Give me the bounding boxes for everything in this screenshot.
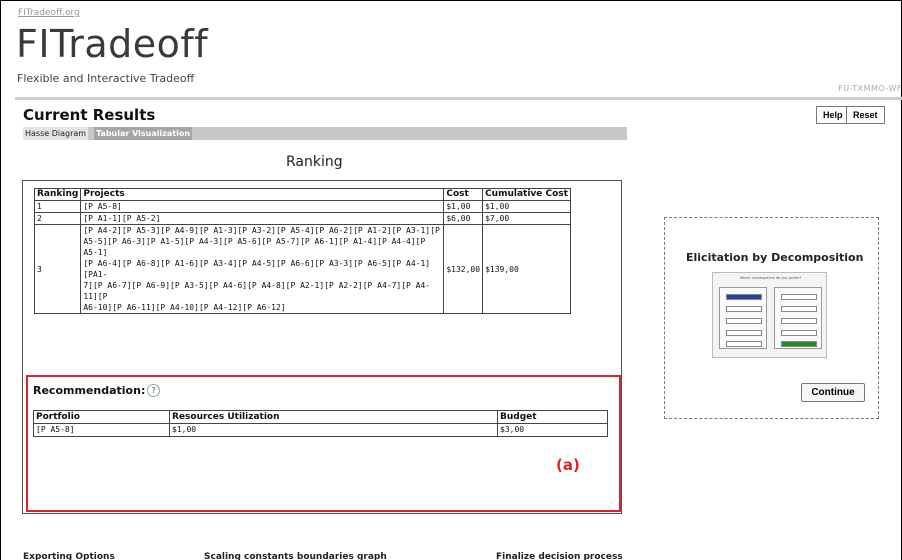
page-title: Current Results bbox=[23, 106, 156, 124]
header-divider bbox=[15, 97, 902, 100]
exporting-options-heading: Exporting Options bbox=[23, 552, 115, 560]
preview-bar bbox=[781, 306, 817, 312]
header-cost: Cost bbox=[443, 188, 484, 201]
annotation-label: (a) bbox=[556, 456, 580, 474]
table-row: 2 [P A1-1][P A5-2] $6,00 $7,00 bbox=[33, 212, 572, 225]
ranking-header-row: Ranking Projects Cost Cumulative Cost bbox=[33, 188, 572, 201]
elicitation-preview-image[interactable]: Which consequence do you prefer? bbox=[712, 272, 827, 358]
table-row: 3 [P A4-2][P A5-3][P A4-9][P A1-3][P A3-… bbox=[33, 224, 572, 314]
projects-line: 7][P A6-7][P A6-9][P A3-5][P A4-6][P A4-… bbox=[83, 281, 431, 301]
table-row: 1 [P A5-8] $1,00 $1,00 bbox=[33, 200, 572, 213]
projects-cell: [P A5-8] bbox=[80, 200, 445, 213]
projects-cell: [P A4-2][P A5-3][P A4-9][P A1-3][P A3-2]… bbox=[80, 224, 445, 314]
view-tabs: Hasse Diagram Tabular Visualization bbox=[23, 127, 627, 140]
finalize-decision-heading: Finalize decision process bbox=[496, 552, 623, 560]
reset-button[interactable]: Reset bbox=[846, 106, 885, 124]
ranking-title: Ranking bbox=[286, 154, 343, 170]
projects-cell: [P A1-1][P A5-2] bbox=[80, 212, 445, 225]
rank-cell: 1 bbox=[33, 200, 82, 213]
site-link[interactable]: FITradeoff.org bbox=[18, 8, 80, 18]
cumulative-cost-cell: $1,00 bbox=[482, 200, 572, 213]
header-ranking: Ranking bbox=[33, 188, 82, 201]
preview-column-right bbox=[774, 287, 822, 349]
cumulative-cost-cell: $7,00 bbox=[482, 212, 572, 225]
preview-bar bbox=[781, 330, 817, 336]
preview-bar bbox=[781, 294, 817, 300]
continue-button[interactable]: Continue bbox=[801, 383, 865, 402]
highlight-box bbox=[26, 375, 621, 512]
projects-line: A6-10][P A6-11][P A4-10][P A4-12][P A6-1… bbox=[83, 303, 286, 312]
projects-line: [P A4-2][P A5-3][P A4-9][P A1-3][P A3-2]… bbox=[83, 226, 440, 235]
preview-column-left bbox=[719, 287, 767, 349]
app-tagline: Flexible and Interactive Tradeoff bbox=[17, 72, 195, 85]
header-projects: Projects bbox=[80, 188, 445, 201]
preview-bar bbox=[726, 294, 762, 300]
preview-bar bbox=[726, 318, 762, 324]
scaling-constants-heading: Scaling constants boundaries graph bbox=[204, 552, 387, 560]
preview-bar bbox=[726, 306, 762, 312]
preview-bar bbox=[726, 330, 762, 336]
preview-bar bbox=[726, 341, 762, 347]
projects-line: A5-5][P A6-3][P A1-5][P A4-3][P A5-6][P … bbox=[83, 237, 426, 257]
elicitation-title: Elicitation by Decomposition bbox=[686, 251, 864, 264]
cost-cell: $1,00 bbox=[443, 200, 484, 213]
preview-bar bbox=[781, 341, 817, 347]
preview-bar bbox=[781, 318, 817, 324]
app-logo: FITradeoff bbox=[16, 22, 209, 66]
tab-hasse-diagram[interactable]: Hasse Diagram bbox=[23, 127, 89, 140]
rank-cell: 2 bbox=[33, 212, 82, 225]
preview-heading: Which consequence do you prefer? bbox=[739, 276, 802, 280]
cost-cell: $132,00 bbox=[443, 224, 484, 314]
projects-line: [P A6-4][P A6-8][P A1-6][P A3-4][P A4-5]… bbox=[83, 259, 431, 279]
header-cumulative-cost: Cumulative Cost bbox=[482, 188, 572, 201]
cost-cell: $6,00 bbox=[443, 212, 484, 225]
tab-tabular-visualization[interactable]: Tabular Visualization bbox=[94, 127, 193, 140]
session-code: FU-TXMMO-WF bbox=[838, 84, 902, 93]
ranking-table: Ranking Projects Cost Cumulative Cost 1 … bbox=[33, 188, 572, 314]
help-button[interactable]: Help bbox=[816, 106, 850, 124]
cumulative-cost-cell: $139,00 bbox=[482, 224, 572, 314]
rank-cell: 3 bbox=[33, 224, 82, 314]
